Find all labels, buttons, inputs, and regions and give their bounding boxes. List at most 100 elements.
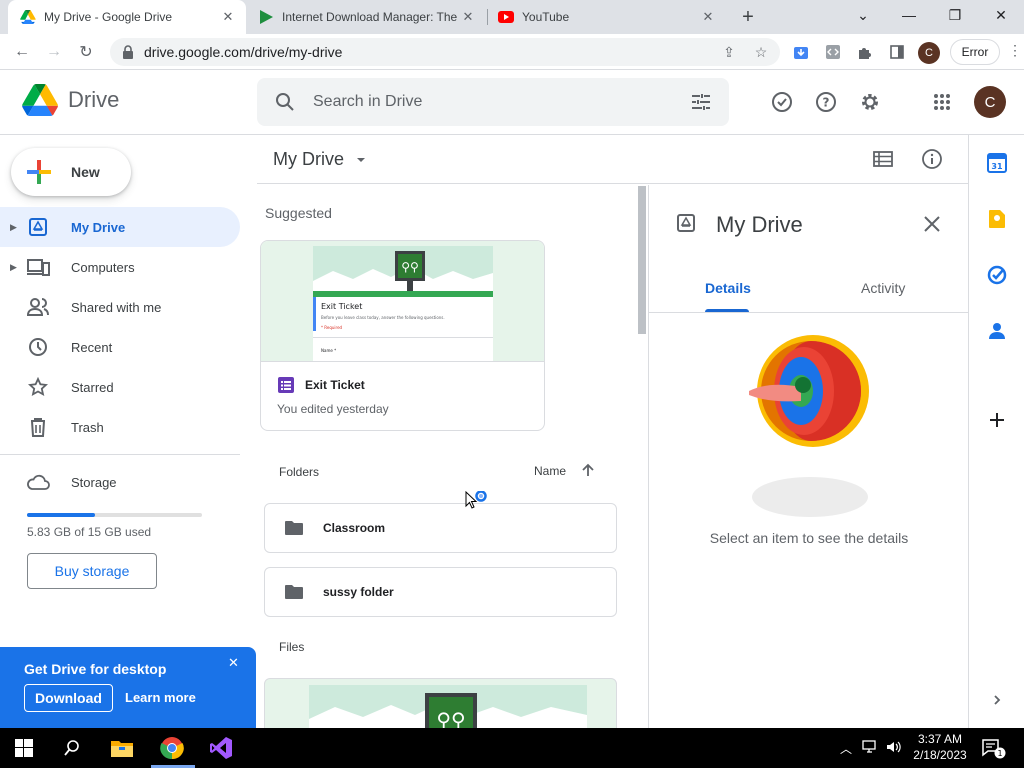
clock-icon xyxy=(26,335,50,359)
empty-details-message: Select an item to see the details xyxy=(709,530,909,546)
chevron-right-icon[interactable] xyxy=(986,689,1008,711)
svg-text:31: 31 xyxy=(991,162,1003,171)
my-drive-dropdown[interactable]: My Drive xyxy=(273,149,366,170)
sidebar-item-computers[interactable]: ▶ Computers xyxy=(0,247,240,287)
ready-offline-icon[interactable] xyxy=(770,90,794,114)
page-title: My Drive xyxy=(273,149,344,169)
bookmark-star-icon[interactable]: ☆ xyxy=(751,42,771,62)
sidebar-item-label: Recent xyxy=(71,339,113,355)
info-icon[interactable] xyxy=(920,147,944,171)
tab-activity[interactable]: Activity xyxy=(861,280,905,296)
chrome-icon[interactable] xyxy=(157,733,187,763)
tab-close-icon[interactable]: ✕ xyxy=(700,9,716,25)
help-icon[interactable]: ? xyxy=(814,90,838,114)
sidebar-item-storage[interactable]: Storage xyxy=(26,473,117,491)
minimize-icon[interactable]: — xyxy=(886,0,932,30)
tab-close-icon[interactable]: ✕ xyxy=(460,9,476,25)
close-icon[interactable] xyxy=(921,213,943,235)
file-card[interactable]: ⚲⚲ xyxy=(264,678,617,728)
account-avatar[interactable]: C xyxy=(974,86,1006,118)
tab-close-icon[interactable]: ✕ xyxy=(220,9,236,25)
sidebar-item-label: Shared with me xyxy=(71,299,162,315)
computers-icon xyxy=(26,255,50,279)
clock-time: 3:37 AM xyxy=(917,732,963,746)
drive-logo[interactable]: Drive xyxy=(22,84,119,116)
tab-details[interactable]: Details xyxy=(705,280,751,296)
reload-icon[interactable]: ↻ xyxy=(74,40,98,64)
keep-icon[interactable] xyxy=(986,208,1008,230)
tray-overflow-icon[interactable]: ︿ xyxy=(840,740,852,757)
more-menu-icon[interactable]: ⋮ xyxy=(1008,42,1022,62)
address-bar[interactable]: drive.google.com/drive/my-drive xyxy=(110,38,780,66)
apps-grid-icon[interactable] xyxy=(930,90,954,114)
windows-start-icon[interactable] xyxy=(9,733,39,763)
tab-google-drive[interactable]: My Drive - Google Drive ✕ xyxy=(8,0,246,34)
star-icon xyxy=(26,375,50,399)
new-button[interactable]: New xyxy=(11,148,131,196)
sidebar-item-recent[interactable]: Recent xyxy=(0,327,240,367)
forward-icon[interactable]: → xyxy=(42,40,66,64)
settings-gear-icon[interactable] xyxy=(858,90,882,114)
sidebar-item-starred[interactable]: Starred xyxy=(0,367,240,407)
file-thumbnail: ⚲⚲ Exit Ticket Before you leave class to… xyxy=(261,241,544,361)
visual-studio-icon[interactable] xyxy=(206,733,236,763)
tab-search-icon[interactable]: ⌄ xyxy=(840,0,886,30)
clock-display[interactable]: 3:37 AM 2/18/2023 xyxy=(912,731,968,763)
profile-avatar[interactable]: C xyxy=(918,42,940,64)
contacts-icon[interactable] xyxy=(986,320,1008,342)
sidebar-item-my-drive[interactable]: ▶ My Drive xyxy=(0,207,240,247)
main-toolbar: My Drive xyxy=(257,135,968,184)
folder-name: Classroom xyxy=(323,521,386,535)
details-tabs: Details Activity xyxy=(649,265,969,313)
search-icon[interactable] xyxy=(273,90,297,114)
extension-code-icon[interactable] xyxy=(823,42,843,62)
content-scrollbar[interactable] xyxy=(638,186,646,334)
add-addon-icon[interactable] xyxy=(986,409,1008,431)
suggested-file-card[interactable]: ⚲⚲ Exit Ticket Before you leave class to… xyxy=(260,240,545,431)
calendar-icon[interactable]: 31 xyxy=(986,152,1008,174)
list-view-icon[interactable] xyxy=(871,147,895,171)
desktop-promo-banner: Get Drive for desktop ✕ Download Learn m… xyxy=(0,647,256,728)
expand-caret-icon[interactable]: ▶ xyxy=(10,222,22,233)
share-icon[interactable]: ⇪ xyxy=(719,42,739,62)
svg-text:⚲⚲: ⚲⚲ xyxy=(401,260,419,274)
buy-storage-button[interactable]: Buy storage xyxy=(27,553,157,589)
back-icon[interactable]: ← xyxy=(10,40,34,64)
sidebar-item-trash[interactable]: Trash xyxy=(0,407,240,447)
tab-idm[interactable]: Internet Download Manager: The ✕ xyxy=(246,0,486,34)
folder-card[interactable]: Classroom xyxy=(264,503,617,553)
plus-icon xyxy=(27,160,51,184)
promo-close-icon[interactable]: ✕ xyxy=(228,655,239,671)
side-panel-icon[interactable] xyxy=(887,42,907,62)
error-button[interactable]: Error xyxy=(950,39,1000,65)
taskbar-search-icon[interactable] xyxy=(57,733,87,763)
chevron-down-icon xyxy=(357,157,365,162)
close-window-icon[interactable]: ✕ xyxy=(978,0,1024,30)
network-icon[interactable] xyxy=(862,740,878,757)
tab-youtube[interactable]: YouTube ✕ xyxy=(486,0,726,34)
clock-date: 2/18/2023 xyxy=(913,748,967,762)
cloud-icon xyxy=(27,474,50,490)
folder-name: sussy folder xyxy=(323,585,394,599)
learn-more-link[interactable]: Learn more xyxy=(125,690,196,705)
expand-caret-icon[interactable]: ▶ xyxy=(10,262,22,273)
tasks-icon[interactable] xyxy=(986,264,1008,286)
volume-icon[interactable] xyxy=(886,740,902,757)
extension-download-icon[interactable] xyxy=(791,42,811,62)
new-tab-button[interactable]: + xyxy=(737,6,759,28)
folder-card[interactable]: sussy folder xyxy=(264,567,617,617)
search-bar[interactable]: Search in Drive xyxy=(257,78,729,126)
extensions-puzzle-icon[interactable] xyxy=(855,42,875,62)
restore-icon[interactable]: ❐ xyxy=(932,0,978,30)
search-options-icon[interactable] xyxy=(689,90,713,114)
notification-center-icon[interactable]: 1 xyxy=(978,733,1008,763)
search-input[interactable]: Search in Drive xyxy=(313,93,689,111)
sidebar-item-shared-with-me[interactable]: Shared with me xyxy=(0,287,240,327)
earth-layers-illustration xyxy=(749,335,869,447)
arrow-up-icon[interactable] xyxy=(580,462,596,478)
file-meta: Exit Ticket You edited yesterday xyxy=(261,361,544,430)
file-explorer-icon[interactable] xyxy=(107,733,137,763)
download-button[interactable]: Download xyxy=(24,684,113,712)
sort-by-name-button[interactable]: Name xyxy=(534,464,566,478)
my-drive-icon xyxy=(677,214,695,232)
